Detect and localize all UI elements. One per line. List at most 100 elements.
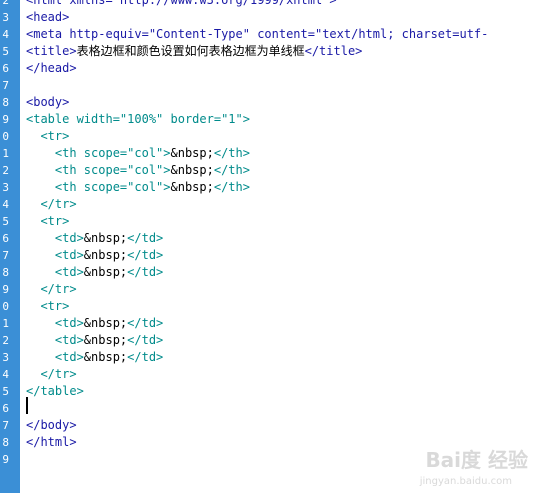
line-number: 8 <box>2 96 9 109</box>
code-line: <meta http-equiv="Content-Type" content=… <box>26 26 488 43</box>
code-line: </tr> <box>26 281 77 298</box>
code-line: </table> <box>26 383 84 400</box>
watermark-logo: Bai度 经验 <box>425 448 528 472</box>
line-number: 3 <box>2 181 9 194</box>
code-token: </tr> <box>26 197 77 211</box>
code-area[interactable]: <html xmlns="http://www.w3.org/1999/xhtm… <box>26 0 534 493</box>
code-token: <html xmlns="http://www.w3.org/1999/xhtm… <box>26 0 337 7</box>
code-line: <td>&nbsp;</td> <box>26 247 163 264</box>
line-number: 0 <box>2 300 9 313</box>
line-number: 2 <box>2 334 9 347</box>
code-line: <title>表格边框和颜色设置如何表格边框为单线框</title> <box>26 43 362 60</box>
code-line: </head> <box>26 60 77 77</box>
code-line: <body> <box>26 94 69 111</box>
code-token: </th> <box>213 146 250 160</box>
code-line: <tr> <box>26 213 69 230</box>
code-token: </tr> <box>26 367 77 381</box>
code-token: &nbsp; <box>83 333 128 347</box>
code-line: <th scope="col">&nbsp;</th> <box>26 162 250 179</box>
code-line: <td>&nbsp;</td> <box>26 349 163 366</box>
code-token: <th scope="col"> <box>26 180 171 194</box>
line-number: 5 <box>2 215 9 228</box>
code-line: <tr> <box>26 128 69 145</box>
code-token: &nbsp; <box>83 248 128 262</box>
line-number: 7 <box>2 249 9 262</box>
code-line: </html> <box>26 434 77 451</box>
code-token: <tr> <box>26 214 70 228</box>
code-token: <body> <box>26 95 70 109</box>
code-token: <table width="100%" border="1"> <box>26 112 250 126</box>
code-token: <tr> <box>26 129 70 143</box>
line-number: 6 <box>2 232 9 245</box>
code-token: &nbsp; <box>170 163 214 177</box>
watermark-url: jingyan.baidu.com <box>419 476 512 487</box>
code-token: </tr> <box>26 282 77 296</box>
code-token: <th scope="col"> <box>26 163 171 177</box>
code-token: <td> <box>26 350 84 364</box>
line-number: 2 <box>2 0 9 7</box>
code-line: <tr> <box>26 298 69 315</box>
code-token: </td> <box>127 316 164 330</box>
code-token: <td> <box>26 265 84 279</box>
code-token: <td> <box>26 231 84 245</box>
code-token: <td> <box>26 333 84 347</box>
line-number: 7 <box>2 79 9 92</box>
code-token: <meta http-equiv="Content-Type" content=… <box>26 27 489 41</box>
code-line: </tr> <box>26 196 77 213</box>
code-line: </tr> <box>26 366 77 383</box>
code-token: </th> <box>213 163 250 177</box>
code-token: <title> <box>26 44 77 58</box>
line-number: 9 <box>2 453 9 466</box>
line-number: 5 <box>2 385 9 398</box>
code-line: <td>&nbsp;</td> <box>26 230 163 247</box>
code-token: </th> <box>213 180 250 194</box>
line-number: 3 <box>2 351 9 364</box>
code-line: <th scope="col">&nbsp;</th> <box>26 145 250 162</box>
line-number: 9 <box>2 113 9 126</box>
code-token: &nbsp; <box>83 265 128 279</box>
line-number: 1 <box>2 147 9 160</box>
line-number: 7 <box>2 419 9 432</box>
code-token: <tr> <box>26 299 70 313</box>
line-number: 4 <box>2 198 9 211</box>
code-line: <head> <box>26 9 69 26</box>
code-token: </head> <box>26 61 77 75</box>
code-token: <td> <box>26 316 84 330</box>
code-token: &nbsp; <box>83 231 128 245</box>
code-token: &nbsp; <box>170 180 214 194</box>
code-token: </td> <box>127 333 164 347</box>
code-token: </td> <box>127 350 164 364</box>
line-number: 1 <box>2 317 9 330</box>
line-number: 4 <box>2 28 9 41</box>
code-token: </td> <box>127 231 164 245</box>
code-editor[interactable]: 2 3 4 5 6 7 8 9 0 1 2 3 4 5 6 7 8 9 0 1 2 3 4 5 6 7 8 9 <html xmlns… <box>0 0 534 493</box>
code-token: </td> <box>127 265 164 279</box>
code-token: &nbsp; <box>83 350 128 364</box>
code-token: </td> <box>127 248 164 262</box>
line-number: 3 <box>2 11 9 24</box>
line-number: 9 <box>2 283 9 296</box>
line-number: 4 <box>2 368 9 381</box>
code-token: </title> <box>304 44 363 58</box>
line-number: 8 <box>2 436 9 449</box>
code-line: <td>&nbsp;</td> <box>26 332 163 349</box>
line-number: 8 <box>2 266 9 279</box>
line-number: 6 <box>2 402 9 415</box>
code-token: 表格边框和颜色设置如何表格边框为单线框 <box>76 44 305 58</box>
code-line: <html xmlns="http://www.w3.org/1999/xhtm… <box>26 0 337 9</box>
code-token: </table> <box>26 384 84 398</box>
code-line: <th scope="col">&nbsp;</th> <box>26 179 250 196</box>
code-token: </html> <box>26 435 77 449</box>
line-number: 5 <box>2 45 9 58</box>
code-token: </body> <box>26 418 77 432</box>
code-line: <table width="100%" border="1"> <box>26 111 250 128</box>
line-number: 0 <box>2 130 9 143</box>
code-token: &nbsp; <box>170 146 214 160</box>
code-token: <th scope="col"> <box>26 146 171 160</box>
code-token: <head> <box>26 10 70 24</box>
code-line: <td>&nbsp;</td> <box>26 315 163 332</box>
code-token: &nbsp; <box>83 316 128 330</box>
line-number: 6 <box>2 62 9 75</box>
code-token: <td> <box>26 248 84 262</box>
line-number-gutter: 2 3 4 5 6 7 8 9 0 1 2 3 4 5 6 7 8 9 0 1 2 3 4 5 6 7 8 9 <box>0 0 20 493</box>
